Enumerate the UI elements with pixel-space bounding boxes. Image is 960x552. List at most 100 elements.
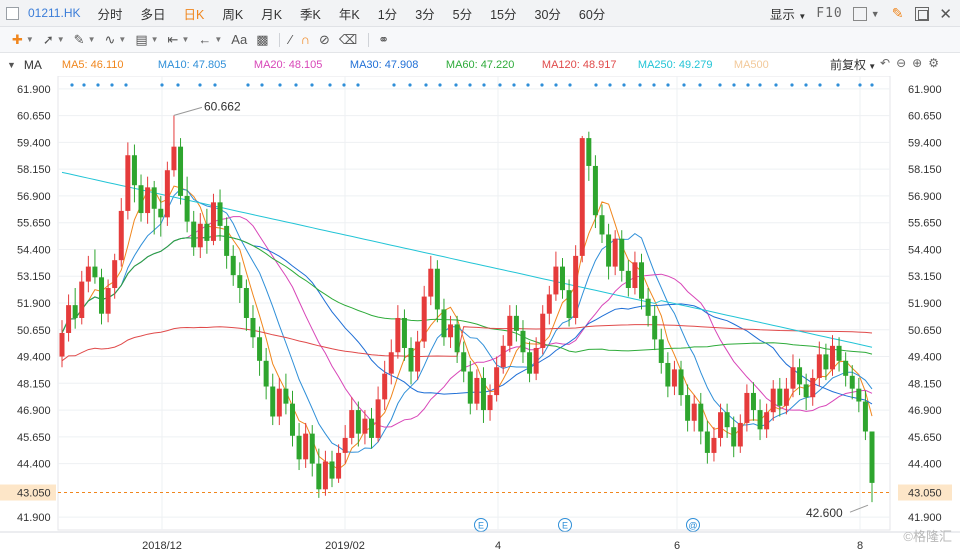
ma-values: MA5: 46.110 MA10: 47.805 MA20: 48.105 MA30:… [62, 59, 830, 71]
candle-body [118, 210, 124, 261]
ma-legend-item: MA500 [733, 59, 769, 71]
period-tab[interactable]: 3分 [406, 4, 443, 23]
price-adjust-dropdown[interactable]: 前复权 ▼ [830, 56, 876, 73]
signal-dot [328, 83, 332, 87]
wave-icon[interactable]: ∿ ▼ [104, 32, 126, 48]
ruler-icon[interactable]: ∕ [289, 32, 291, 47]
candle-body [665, 362, 671, 387]
signal-dot [732, 83, 736, 87]
candle-body [698, 403, 704, 432]
candle-body [362, 418, 368, 434]
chevron-down-icon[interactable]: ▼ [871, 9, 880, 19]
candle-body [599, 215, 605, 235]
candle-body [507, 315, 513, 346]
text-icon[interactable]: Aa [231, 32, 247, 47]
candle-body [869, 431, 875, 483]
magnet-icon[interactable]: ∩ [301, 32, 310, 47]
y-tick-label-right: 54.400 [908, 244, 942, 256]
period-tab[interactable]: 60分 [570, 4, 614, 23]
period-tab[interactable]: 1分 [369, 4, 406, 23]
restore-window-icon[interactable] [915, 6, 930, 21]
candle-body [66, 305, 72, 333]
period-tab[interactable]: 周K [213, 4, 252, 23]
zoom-out-icon[interactable]: ⊖ [896, 56, 906, 70]
candle-body [428, 268, 434, 297]
period-tab[interactable]: 15分 [481, 4, 525, 23]
select-checkbox[interactable] [6, 6, 19, 20]
signal-dot [96, 83, 100, 87]
legend-tools: ↶ ⊖ ⊕ ⚙ [880, 56, 945, 70]
signal-dot [498, 83, 502, 87]
period-tab[interactable]: 月K [252, 4, 291, 23]
period-tab[interactable]: 5分 [444, 4, 481, 23]
candle-body [737, 422, 743, 447]
candle-body [138, 185, 144, 214]
y-tick-label-right: 45.650 [908, 432, 942, 444]
event-marker[interactable]: E [474, 518, 488, 532]
period-tab[interactable]: 日K [175, 4, 214, 23]
y-tick-label-left: 50.650 [17, 325, 51, 337]
period-tab[interactable]: 年K [330, 4, 369, 23]
candle-body [494, 367, 500, 396]
candle-body [72, 305, 78, 318]
y-tick-label-right: 61.900 [908, 84, 942, 96]
signal-dot [682, 83, 686, 87]
crosshair-icon[interactable]: ✚ ▼ [12, 32, 34, 48]
candlestick-chart[interactable]: 60.662 42.600 E E @ 61.900 61.900 60.650 60.650… [0, 76, 960, 552]
candle-body [329, 461, 335, 479]
stock-symbol[interactable]: 01211.HK [28, 6, 80, 20]
event-marker[interactable]: E [558, 518, 572, 532]
channel-icon[interactable]: ✎ ▼ [74, 32, 96, 48]
close-icon[interactable]: ✕ [939, 5, 952, 23]
candle-body [612, 238, 618, 267]
settings-icon[interactable]: ⚙ [928, 56, 939, 70]
ma-legend-item: MA5: 46.110 [61, 59, 124, 71]
candle-body [843, 360, 849, 376]
display-menu-button[interactable]: 显示 ▼ [770, 4, 806, 23]
period-tab[interactable]: 季K [291, 4, 330, 23]
candle-body [224, 225, 230, 256]
hide-icon[interactable]: ⊘ [319, 32, 330, 48]
y-tick-label-right: 50.650 [908, 325, 942, 337]
period-tab[interactable]: 多日 [132, 4, 175, 23]
candle-body [553, 266, 559, 295]
fib-icon[interactable]: ▤ ▼ [135, 32, 158, 48]
delete-icon[interactable]: ⌫ [339, 32, 357, 48]
f10-button[interactable]: F10 [816, 6, 842, 21]
indicator-name[interactable]: MA [24, 58, 42, 72]
zoom-in-icon[interactable]: ⊕ [912, 56, 922, 70]
y-tick-label-right: 55.650 [908, 218, 942, 230]
y-tick-label-left: 53.150 [17, 271, 51, 283]
signal-dot [342, 83, 346, 87]
candle-body [158, 208, 164, 218]
candle-body [105, 288, 111, 314]
candle-body [777, 388, 783, 406]
range-icon[interactable]: ⇤ ▼ [168, 32, 190, 48]
y-tick-label-left: 55.650 [17, 218, 51, 230]
ma-legend-item: MA10: 47.805 [157, 59, 227, 71]
candle-body [59, 332, 65, 357]
candle-body [395, 317, 401, 353]
undo-icon[interactable]: ↶ [880, 56, 890, 70]
pen-icon[interactable]: ✎ [892, 5, 904, 22]
candle-body [230, 255, 236, 276]
candle-body [533, 347, 539, 374]
line-icon[interactable]: ➚ ▼ [43, 32, 65, 48]
candle-body [184, 195, 190, 222]
arrow-icon[interactable]: ← ▼ [198, 32, 222, 47]
event-marker[interactable]: @ [686, 518, 700, 532]
candle-body [276, 388, 282, 417]
collapse-icon[interactable]: ▼ [7, 60, 16, 70]
candle-body [342, 437, 348, 453]
signal-dot [424, 83, 428, 87]
period-tab[interactable]: 30分 [526, 4, 570, 23]
signal-dot [870, 83, 874, 87]
y-tick-label-left: 48.150 [17, 378, 51, 390]
toolbar-divider [368, 32, 370, 47]
period-tab[interactable]: 分时 [88, 4, 131, 23]
layout-icon[interactable] [852, 6, 867, 21]
candle-body [322, 461, 328, 490]
note-icon[interactable]: ▩ [256, 32, 268, 48]
signal-dot [392, 83, 396, 87]
link-icon[interactable]: ⚭ [378, 32, 389, 48]
